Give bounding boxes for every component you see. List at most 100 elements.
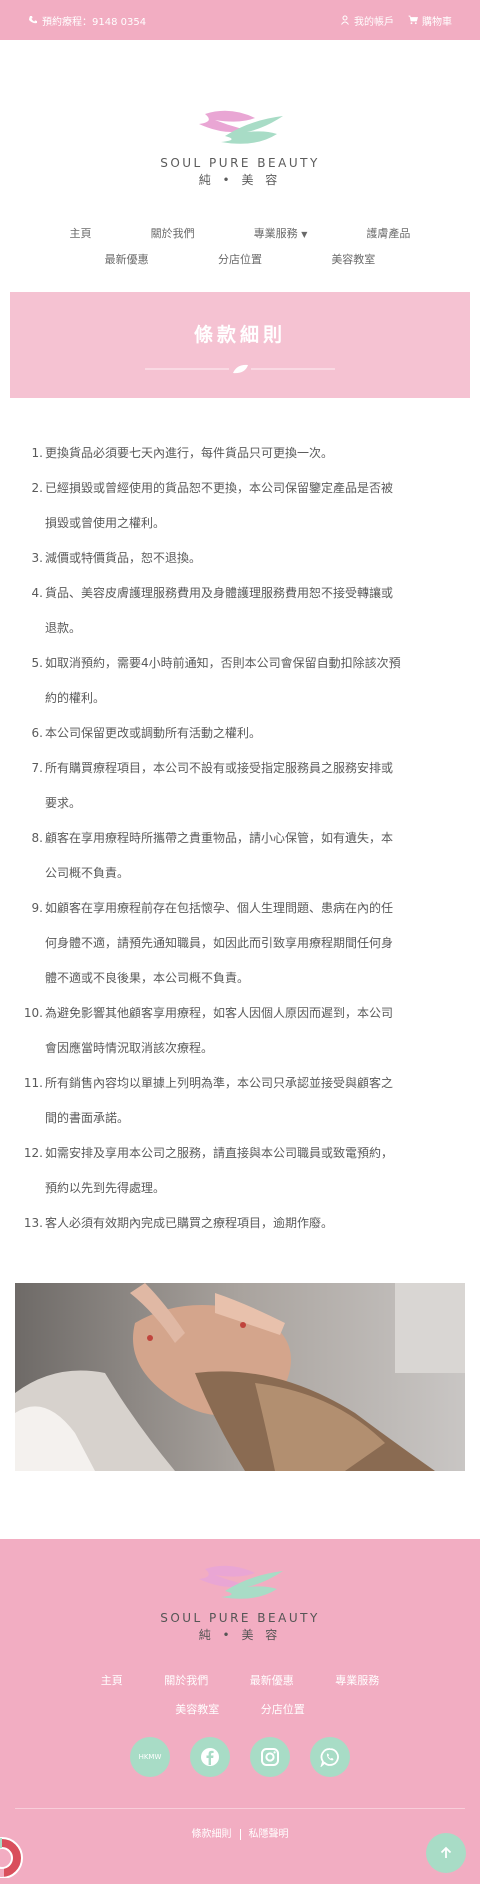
footer-logo[interactable]: SOUL PURE BEAUTY 純 • 美 容 (130, 1561, 350, 1643)
terms-item-number: 7. (31, 761, 43, 775)
footer-nav-row-2: 美容教室 分店位置 (0, 1695, 480, 1724)
phone-contact[interactable]: 預約療程：9148 0354 (28, 13, 146, 28)
footer-nav-classroom[interactable]: 美容教室 (175, 1703, 219, 1716)
site-header: SOUL PURE BEAUTY 純 • 美 容 主頁 關於我們 專業服務 ▼ … (0, 40, 480, 294)
brand-subname: 純 • 美 容 (198, 173, 282, 187)
terms-item-number: 11. (23, 1076, 43, 1090)
facial-treatment-illustration (15, 1283, 465, 1471)
terms-item-line: 如顧客在享用療程前存在包括懷孕、個人生理問題、患病在內的任 (45, 901, 394, 915)
terms-item-line: 已經損毀或曾經使用的貨品恕不更換，本公司保留鑒定產品是否被 (45, 481, 394, 495)
terms-item: 10. 為避免影響其他顧客享用療程，如客人因個人原因而遲到，本公司 會因應當時情況取… (20, 996, 460, 1066)
account-link[interactable]: 我的帳戶 (340, 13, 394, 28)
footer-nav-branches[interactable]: 分店位置 (261, 1703, 305, 1716)
terms-item-line: 間的書面承諾。 (45, 1111, 130, 1125)
arrow-up-icon (440, 1846, 452, 1858)
footer-nav-offers[interactable]: 最新優惠 (250, 1674, 294, 1687)
terms-item-number: 2. (31, 481, 43, 495)
phone-icon (29, 16, 37, 24)
terms-item-text: 如顧客在享用療程前存在包括懷孕、個人生理問題、患病在內的任 何身體不適，請預先通知… (45, 891, 460, 996)
terms-item: 6. 本公司保留更改或調動所有活動之權利。 (20, 716, 460, 751)
terms-item: 7. 所有購買療程項目，本公司不設有或接受指定服務員之服務安排或 要求。 (20, 751, 460, 821)
terms-item-line: 所有銷售內容均以單據上列明為準，本公司只承認並接受與顧客之 (45, 1076, 394, 1090)
facebook-link[interactable] (190, 1737, 230, 1777)
footer-nav-services[interactable]: 專業服務 (335, 1674, 379, 1687)
nav-home[interactable]: 主頁 (70, 225, 92, 241)
terms-section: 1. 更換貨品必須要七天內進行，每件貨品只可更換一次。 2. 已經損毀或曾經使用的貨品… (0, 398, 480, 1241)
terms-item: 5. 如取消預約，需要4小時前通知，否則本公司會保留自動扣除該次預 約的權利。 (20, 646, 460, 716)
terms-item-line: 預約以先到先得處理。 (45, 1181, 166, 1195)
terms-item-text: 貨品、美容皮膚護理服務費用及身體護理服務費用恕不接受轉讓或 退款。 (45, 576, 460, 646)
terms-item-number: 4. (31, 586, 43, 600)
terms-item-text: 顧客在享用療程時所攜帶之貴重物品，請小心保管，如有遺失，本 公司概不負責。 (45, 821, 460, 891)
terms-item: 4. 貨品、美容皮膚護理服務費用及身體護理服務費用恕不接受轉讓或 退款。 (20, 576, 460, 646)
top-bar: 預約療程：9148 0354 我的帳戶 購物車 (0, 0, 480, 40)
terms-item: 3. 減價或特價貨品，恕不退換。 (20, 541, 460, 576)
terms-item-line: 顧客在享用療程時所攜帶之貴重物品，請小心保管，如有遺失，本 (45, 831, 394, 845)
logo-wings-icon (199, 110, 283, 144)
nav-about[interactable]: 關於我們 (151, 225, 195, 241)
terms-item-text: 客人必須有效期內完成已購買之療程項目，逾期作廢。 (45, 1206, 460, 1241)
main-nav: 主頁 關於我們 專業服務 ▼ 護膚產品 最新優惠 分店位置 美容教室 (0, 220, 480, 272)
logo-wings-icon (199, 1565, 283, 1599)
account-label: 我的帳戶 (354, 16, 394, 28)
terms-list: 1. 更換貨品必須要七天內進行，每件貨品只可更換一次。 2. 已經損毀或曾經使用的貨品… (20, 436, 460, 1241)
terms-item-text: 如需安排及享用本公司之服務，請直接與本公司職員或致電預約， 預約以先到先得處理。 (45, 1136, 460, 1206)
whatsapp-icon (320, 1748, 339, 1767)
privacy-link[interactable]: 私隱聲明 (249, 1829, 289, 1840)
terms-link[interactable]: 條款細則 (192, 1829, 232, 1840)
footer-divider (15, 1808, 465, 1809)
nav-services[interactable]: 專業服務 ▼ (254, 225, 308, 241)
footer-nav-about[interactable]: 關於我們 (164, 1674, 208, 1687)
terms-item-line: 要求。 (45, 796, 82, 810)
nav-services-label: 專業服務 (253, 227, 298, 240)
terms-item-number: 6. (31, 726, 43, 740)
terms-item: 11. 所有銷售內容均以單據上列明為準，本公司只承認並接受與顧客之 間的書面承諾。 (20, 1066, 460, 1136)
footer-legal-links: 條款細則 私隱聲明 (0, 1825, 480, 1840)
floating-widget[interactable] (0, 1834, 44, 1879)
terms-item-number: 9. (31, 901, 43, 915)
terms-item: 1. 更換貨品必須要七天內進行，每件貨品只可更換一次。 (20, 436, 460, 471)
whatsapp-link[interactable] (310, 1737, 350, 1777)
terms-item-line: 貨品、美容皮膚護理服務費用及身體護理服務費用恕不接受轉讓或 (45, 586, 394, 600)
footer-nav-home[interactable]: 主頁 (101, 1674, 123, 1687)
terms-item-line: 會因應當時情況取消該次療程。 (45, 1041, 214, 1055)
cart-icon (408, 15, 418, 25)
terms-item-text: 所有購買療程項目，本公司不設有或接受指定服務員之服務安排或 要求。 (45, 751, 460, 821)
caret-down-icon: ▼ (301, 230, 308, 239)
footer-nav: 主頁 關於我們 最新優惠 專業服務 美容教室 分店位置 (0, 1666, 480, 1724)
nav-branches[interactable]: 分店位置 (218, 251, 262, 267)
terms-item-line: 何身體不適，請預先通知職員，如因此而引致享用療程期間任何身 (45, 936, 394, 950)
terms-item-number: 12. (23, 1146, 43, 1160)
terms-item-number: 5. (31, 656, 43, 670)
nav-classroom[interactable]: 美容教室 (331, 251, 375, 267)
terms-item: 9. 如顧客在享用療程前存在包括懷孕、個人生理問題、患病在內的任 何身體不適，請預先… (20, 891, 460, 996)
terms-item-line: 減價或特價貨品，恕不退換。 (45, 551, 202, 565)
nav-products[interactable]: 護膚產品 (366, 225, 410, 241)
terms-item-line: 公司概不負責。 (45, 866, 130, 880)
phone-label: 預約療程：9148 0354 (42, 16, 147, 28)
terms-item: 8. 顧客在享用療程時所攜帶之貴重物品，請小心保管，如有遺失，本 公司概不負責。 (20, 821, 460, 891)
terms-item-line: 約的權利。 (45, 691, 106, 705)
footer-brand-name: SOUL PURE BEAUTY (160, 1611, 320, 1625)
terms-item: 2. 已經損毀或曾經使用的貨品恕不更換，本公司保留鑒定產品是否被 損毀或曾使用之權利… (20, 471, 460, 541)
instagram-link[interactable] (250, 1737, 290, 1777)
brand-name: SOUL PURE BEAUTY (160, 156, 320, 170)
footer-nav-row-1: 主頁 關於我們 最新優惠 專業服務 (0, 1666, 480, 1695)
brand-logo[interactable]: SOUL PURE BEAUTY 純 • 美 容 (130, 106, 350, 188)
terms-item-line: 如需安排及享用本公司之服務，請直接與本公司職員或致電預約， (45, 1146, 394, 1160)
terms-item-line: 退款。 (45, 621, 82, 635)
terms-item-number: 13. (23, 1216, 43, 1230)
back-to-top-button[interactable] (426, 1833, 466, 1873)
terms-item-line: 如取消預約，需要4小時前通知，否則本公司會保留自動扣除該次預 (45, 656, 401, 670)
terms-item-text: 為避免影響其他顧客享用療程，如客人因個人原因而遲到，本公司 會因應當時情況取消該次… (45, 996, 460, 1066)
lifebuoy-icon (0, 1837, 23, 1879)
terms-item-line: 更換貨品必須要七天內進行，每件貨品只可更換一次。 (45, 446, 334, 460)
nav-offers[interactable]: 最新優惠 (105, 251, 149, 267)
facebook-icon (201, 1748, 219, 1766)
hkmw-link[interactable]: HKMW (130, 1737, 170, 1777)
hkmw-icon: HKMW (138, 1753, 162, 1761)
terms-item-text: 所有銷售內容均以單據上列明為準，本公司只承認並接受與顧客之 間的書面承諾。 (45, 1066, 460, 1136)
cart-link[interactable]: 購物車 (408, 13, 452, 28)
terms-item-line: 為避免影響其他顧客享用療程，如客人因個人原因而遲到，本公司 (45, 1006, 394, 1020)
terms-item-number: 8. (31, 831, 43, 845)
